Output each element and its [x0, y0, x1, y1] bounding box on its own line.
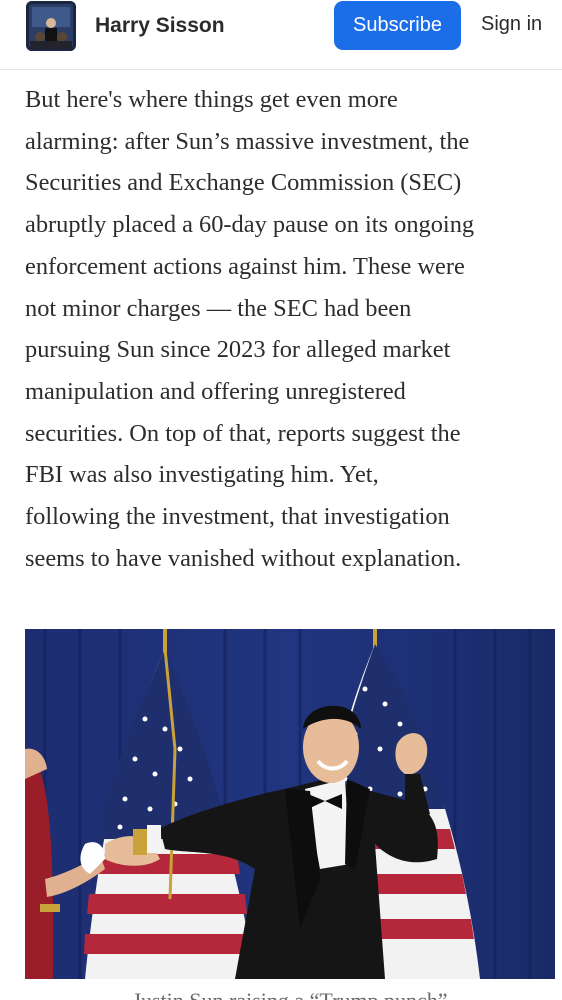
- article-photo[interactable]: [25, 629, 555, 979]
- top-navigation-bar: Harry Sisson Subscribe Sign in: [0, 0, 562, 70]
- paragraph-line: enforcement actions against him. These w…: [25, 252, 465, 280]
- paragraph-line: abruptly placed a 60-day pause on its on…: [25, 211, 475, 239]
- photo-illustration: [25, 629, 555, 979]
- paragraph-line: not minor charges — the SEC had been: [25, 294, 412, 322]
- paragraph-line: FBI was also investigating him. Yet,: [25, 461, 379, 489]
- article-paragraph: But here's where things get even more al…: [25, 79, 560, 579]
- paragraph-line: seems to have vanished without explanati…: [25, 544, 462, 572]
- author-name[interactable]: Harry Sisson: [95, 14, 225, 38]
- paragraph-line: manipulation and offering unregistered: [25, 377, 406, 405]
- subscribe-button[interactable]: Subscribe: [334, 1, 461, 50]
- paragraph-line: Securities and Exchange Commission (SEC): [25, 169, 462, 197]
- paragraph-line: securities. On top of that, reports sugg…: [25, 419, 461, 447]
- paragraph-line: alarming: after Sun’s massive investment…: [25, 127, 470, 155]
- author-avatar[interactable]: [26, 1, 76, 51]
- paragraph-line: But here's where things get even more: [25, 86, 398, 113]
- photo-caption: Justin Sun raising a “Trump punch”: [25, 982, 555, 1000]
- paragraph-line: following the investment, that investiga…: [25, 503, 450, 531]
- avatar-photo-icon: [26, 1, 76, 51]
- caption-text: Justin Sun raising a “Trump punch”: [132, 988, 447, 1000]
- paragraph-line: pursuing Sun since 2023 for alleged mark…: [25, 336, 451, 364]
- sign-in-link[interactable]: Sign in: [481, 13, 542, 36]
